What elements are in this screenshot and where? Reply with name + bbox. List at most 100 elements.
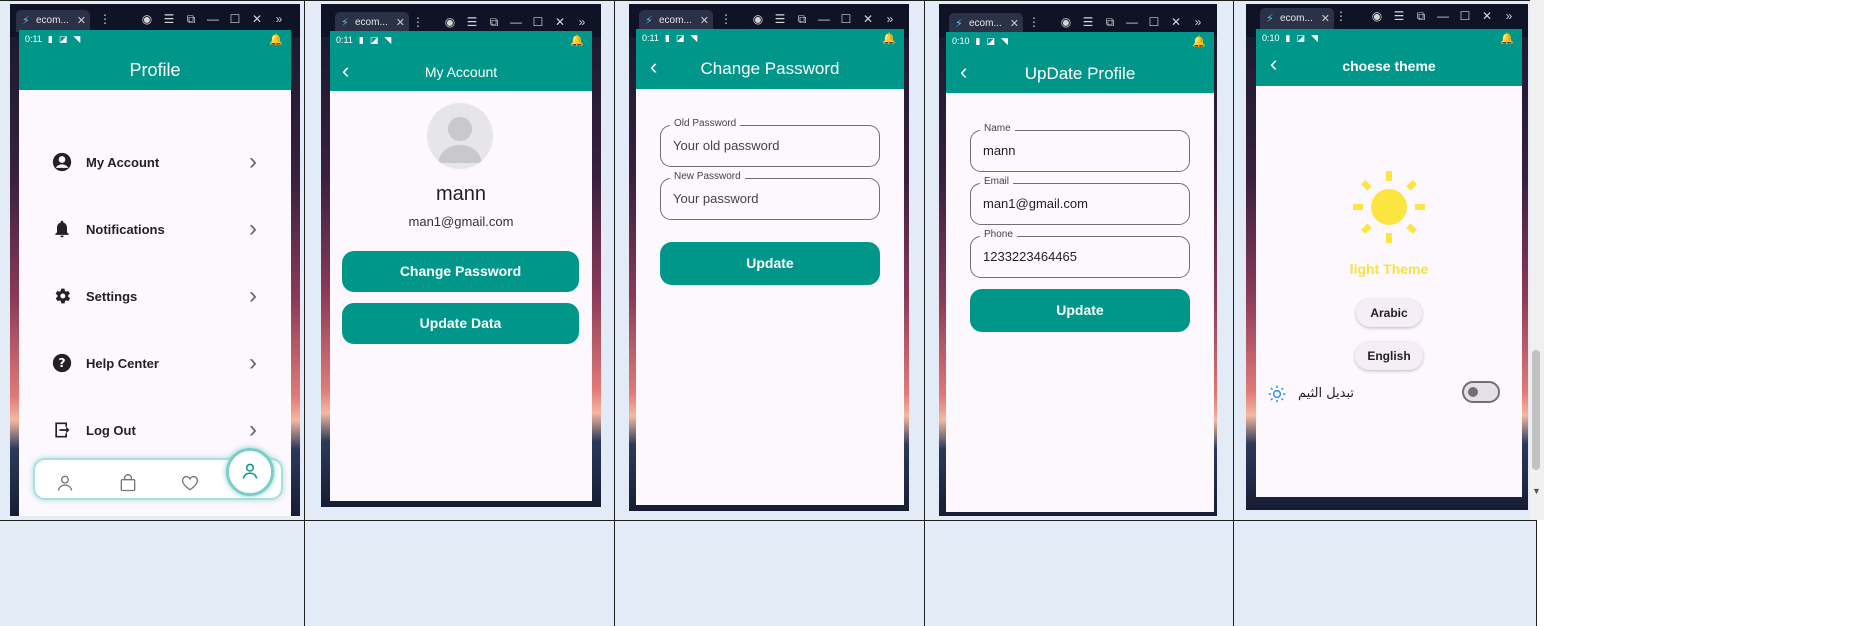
scrollbar-track[interactable]: ▼ bbox=[1530, 0, 1544, 520]
status-bar: 0:10 ▮ ◪ ◥ bbox=[952, 36, 1014, 47]
minimize-icon[interactable]: — bbox=[202, 11, 224, 27]
close-icon[interactable]: ✕ bbox=[1476, 8, 1498, 24]
user-name: mann bbox=[435, 183, 487, 205]
kebab-menu-icon[interactable]: ⋮ bbox=[407, 14, 429, 30]
wifi-icon: ◥ bbox=[73, 34, 81, 44]
theme-label: light Theme bbox=[1349, 261, 1429, 277]
record-icon[interactable]: ◉ bbox=[439, 14, 461, 30]
menu-item-help-center[interactable]: ? Help Center › bbox=[19, 347, 291, 387]
emulator-window-my-account: ⚡ ecom... ✕ ⋮ ◉ ☰ ⧉ — ☐ ✕» 0:11 ▮ ◪ ◥ 🔔 ‹ My Accou… bbox=[321, 4, 601, 507]
email-field[interactable]: Email man1@gmail.com bbox=[970, 176, 1190, 225]
chevron-right-icon: › bbox=[249, 148, 257, 175]
window-controls: ◉ ☰ ⧉ — ☐ ✕» bbox=[1055, 14, 1209, 30]
close-icon[interactable]: ✕ bbox=[857, 11, 879, 27]
list-icon[interactable]: ☰ bbox=[158, 11, 180, 27]
logout-icon bbox=[55, 422, 70, 438]
scrollbar-thumb[interactable] bbox=[1532, 350, 1540, 470]
person-outline-icon[interactable] bbox=[55, 473, 75, 493]
window-tab[interactable]: ⚡ ecom... ✕ bbox=[1260, 8, 1334, 30]
old-password-field[interactable]: Old Password Your old password bbox=[660, 118, 880, 167]
record-icon[interactable]: ◉ bbox=[747, 11, 769, 27]
close-icon[interactable]: ✕ bbox=[549, 14, 571, 30]
maximize-icon[interactable]: ☐ bbox=[224, 11, 246, 27]
arabic-button[interactable]: Arabic bbox=[1356, 299, 1422, 327]
maximize-icon[interactable]: ☐ bbox=[1454, 8, 1476, 24]
screenshot-icon[interactable]: ⧉ bbox=[180, 11, 202, 27]
menu-item-notifications[interactable]: Notifications › bbox=[19, 213, 291, 253]
change-password-button[interactable]: Change Password bbox=[342, 251, 579, 292]
maximize-icon[interactable]: ☐ bbox=[1143, 14, 1165, 30]
svg-text:?: ? bbox=[58, 355, 65, 370]
name-field[interactable]: Name mann bbox=[970, 123, 1190, 172]
menu-item-settings[interactable]: Settings › bbox=[19, 280, 291, 320]
update-button[interactable]: Update bbox=[970, 289, 1190, 332]
more-icon[interactable]: » bbox=[1498, 8, 1520, 24]
phone-screen: 0:11 ▮ ◪ ◥ 🔔 Profile My Account › Notificat… bbox=[19, 30, 291, 516]
menu-label: Settings bbox=[86, 289, 138, 304]
list-icon[interactable]: ☰ bbox=[1388, 8, 1410, 24]
window-tab[interactable]: ⚡ ecom... ✕ bbox=[16, 10, 90, 32]
minimize-icon[interactable]: — bbox=[1121, 14, 1143, 30]
status-bar: 0:11 ▮ ◪ ◥ bbox=[642, 33, 703, 44]
close-tab-icon[interactable]: ✕ bbox=[77, 10, 86, 32]
active-nav-profile-button[interactable] bbox=[226, 448, 274, 496]
maximize-icon[interactable]: ☐ bbox=[835, 11, 857, 27]
wifi-icon: ◥ bbox=[1311, 33, 1318, 43]
update-data-button[interactable]: Update Data bbox=[342, 303, 579, 344]
emulator-window-update-profile: ⚡ ecom... ✕ ⋮ ◉ ☰ ⧉ — ☐ ✕» 0:10 ▮ ◪ ◥ 🔔 ‹ UpDate P… bbox=[939, 4, 1217, 516]
sim-icon: ◪ bbox=[369, 35, 379, 45]
minimize-icon[interactable]: — bbox=[1432, 8, 1454, 24]
phone-field[interactable]: Phone 1233223464465 bbox=[970, 229, 1190, 278]
theme-toggle-switch[interactable] bbox=[1462, 381, 1500, 403]
new-password-field[interactable]: New Password Your password bbox=[660, 171, 880, 220]
status-bar: 0:11 ▮ ◪ ◥ bbox=[25, 34, 86, 45]
battery-icon: ▮ bbox=[975, 36, 981, 46]
list-icon[interactable]: ☰ bbox=[1077, 14, 1099, 30]
sim-icon: ◪ bbox=[58, 34, 68, 44]
kebab-menu-icon[interactable]: ⋮ bbox=[1023, 14, 1045, 30]
bell-icon bbox=[55, 220, 69, 238]
heart-outline-icon[interactable] bbox=[180, 473, 200, 493]
scroll-down-arrow-icon[interactable]: ▼ bbox=[1532, 486, 1541, 496]
update-button[interactable]: Update bbox=[660, 242, 880, 285]
notification-bell-icon: 🔔 bbox=[1500, 33, 1514, 45]
new-password-placeholder: Your password bbox=[673, 191, 759, 206]
kebab-menu-icon[interactable]: ⋮ bbox=[715, 11, 737, 27]
chevron-right-icon: › bbox=[249, 215, 257, 242]
more-icon[interactable]: » bbox=[268, 11, 290, 27]
wifi-icon: ◥ bbox=[690, 33, 698, 43]
record-icon[interactable]: ◉ bbox=[1366, 8, 1388, 24]
window-controls: ◉ ☰ ⧉ — ☐ ✕» bbox=[747, 11, 901, 27]
user-email: man1@gmail.com bbox=[408, 214, 514, 229]
minimize-icon[interactable]: — bbox=[505, 14, 527, 30]
kebab-menu-icon[interactable]: ⋮ bbox=[94, 11, 116, 27]
more-icon[interactable]: » bbox=[879, 11, 901, 27]
more-icon[interactable]: » bbox=[1187, 14, 1209, 30]
maximize-icon[interactable]: ☐ bbox=[527, 14, 549, 30]
minimize-icon[interactable]: — bbox=[813, 11, 835, 27]
list-icon[interactable]: ☰ bbox=[769, 11, 791, 27]
screenshot-icon[interactable]: ⧉ bbox=[483, 14, 505, 30]
list-icon[interactable]: ☰ bbox=[461, 14, 483, 30]
close-icon[interactable]: ✕ bbox=[246, 11, 268, 27]
kebab-menu-icon[interactable]: ⋮ bbox=[1330, 8, 1352, 24]
sim-icon: ◪ bbox=[675, 33, 685, 43]
close-tab-icon[interactable]: ✕ bbox=[1321, 8, 1330, 30]
old-password-placeholder: Your old password bbox=[673, 138, 780, 153]
screenshot-icon[interactable]: ⧉ bbox=[1099, 14, 1121, 30]
phone-screen: 0:11 ▮ ◪ ◥ 🔔 ‹ My Account mann man1@gmail.c… bbox=[330, 31, 592, 501]
record-icon[interactable]: ◉ bbox=[136, 11, 158, 27]
close-icon[interactable]: ✕ bbox=[1165, 14, 1187, 30]
page-title: UpDate Profile bbox=[1024, 64, 1136, 83]
menu-item-my-account[interactable]: My Account › bbox=[19, 146, 291, 186]
status-time: 0:10 bbox=[952, 36, 970, 46]
page-title: choese theme bbox=[1342, 58, 1436, 74]
page-title: My Account bbox=[424, 64, 498, 80]
english-button[interactable]: English bbox=[1355, 342, 1423, 370]
avatar-placeholder-icon bbox=[438, 117, 482, 163]
shopping-bag-icon[interactable] bbox=[118, 473, 138, 493]
more-icon[interactable]: » bbox=[571, 14, 593, 30]
screenshot-icon[interactable]: ⧉ bbox=[1410, 8, 1432, 24]
screenshot-icon[interactable]: ⧉ bbox=[791, 11, 813, 27]
record-icon[interactable]: ◉ bbox=[1055, 14, 1077, 30]
